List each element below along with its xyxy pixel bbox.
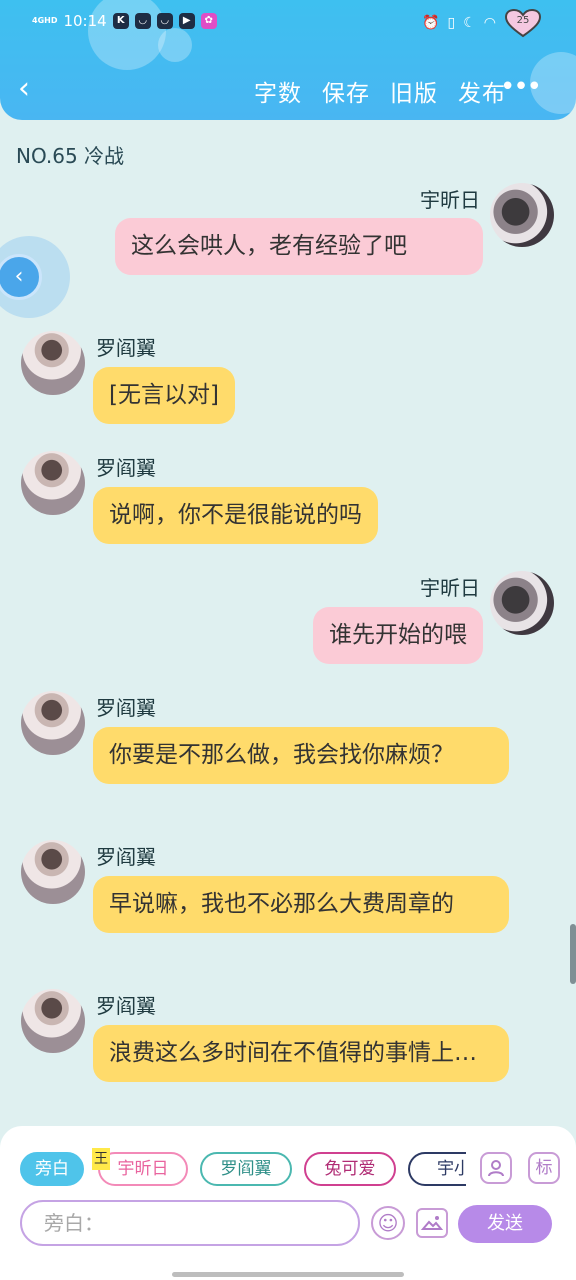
app-chat-icon: ◡ bbox=[156, 13, 173, 29]
avatar[interactable] bbox=[21, 451, 85, 515]
send-button[interactable]: 发送 bbox=[458, 1205, 552, 1243]
avatar[interactable] bbox=[490, 183, 554, 247]
floating-back-button[interactable]: ‹ bbox=[0, 236, 70, 318]
role-chip[interactable]: 宇昕日 bbox=[98, 1152, 188, 1186]
message-sender: 罗阎翼 bbox=[96, 336, 156, 360]
app-k-icon: K bbox=[112, 13, 129, 29]
message-sender: 罗阎翼 bbox=[96, 845, 156, 869]
battery-level: 25 bbox=[516, 15, 530, 26]
scrollbar[interactable] bbox=[570, 924, 576, 984]
old-version-button[interactable]: 旧版 bbox=[390, 74, 438, 108]
episode-title: NO.65 冷战 bbox=[16, 144, 125, 168]
role-chip-narrator[interactable]: 旁白 bbox=[20, 1152, 84, 1186]
alarm-icon: ⏰ bbox=[422, 15, 440, 31]
tag-button[interactable]: 标 bbox=[528, 1152, 560, 1184]
message-sender: 罗阎翼 bbox=[96, 696, 156, 720]
avatar[interactable] bbox=[490, 571, 554, 635]
message-sender: 宇昕日 bbox=[420, 188, 480, 212]
save-button[interactable]: 保存 bbox=[322, 74, 370, 108]
avatar[interactable] bbox=[21, 989, 85, 1053]
message-bubble[interactable]: 浪费这么多时间在不值得的事情上… bbox=[93, 1025, 509, 1082]
message-sender: 罗阎翼 bbox=[96, 456, 156, 480]
clock: 10:14 bbox=[63, 12, 107, 30]
chevron-left-icon: ‹ bbox=[0, 254, 42, 300]
vibrate-icon: ▯ bbox=[447, 15, 456, 31]
home-indicator[interactable] bbox=[172, 1272, 404, 1277]
message-bubble[interactable]: 你要是不那么做，我会找你麻烦？ bbox=[93, 727, 509, 784]
emoji-icon[interactable]: ☺ bbox=[371, 1206, 405, 1240]
word-count-button[interactable]: 字数 bbox=[254, 74, 302, 108]
message-input[interactable] bbox=[22, 1202, 358, 1244]
avatar[interactable] bbox=[21, 840, 85, 904]
role-chip[interactable]: 兔可爱 bbox=[304, 1152, 396, 1186]
message-bubble[interactable]: 这么会哄人，老有经验了吧 bbox=[115, 218, 483, 275]
moon-icon: ☾ bbox=[463, 15, 476, 31]
back-button[interactable]: ‹ bbox=[18, 72, 48, 106]
composer-panel: 旁白 宇昕日 罗阎翼 兔可爱 宇小 标 ☺ 发送 bbox=[0, 1126, 576, 1280]
person-icon[interactable] bbox=[480, 1152, 512, 1184]
nav-actions: 字数 保存 旧版 发布 bbox=[254, 74, 506, 108]
message-sender: 宇昕日 bbox=[420, 576, 480, 600]
app-video-icon: ▶ bbox=[178, 13, 195, 29]
publish-button[interactable]: 发布 bbox=[458, 74, 506, 108]
nav-bar: ‹ 字数 保存 旧版 发布 ••• bbox=[0, 66, 576, 112]
network-label: 4GHD bbox=[32, 16, 58, 25]
top-header: 4GHD 10:14 K ◡ ◡ ▶ ✿ ⏰ ▯ ☾ ◠ 25 ‹ 字数 保存 bbox=[0, 0, 576, 120]
message-bubble[interactable]: 早说嘛，我也不必那么大费周章的 bbox=[93, 876, 509, 933]
message-bubble[interactable]: [无言以对] bbox=[93, 367, 235, 424]
image-icon[interactable] bbox=[416, 1208, 448, 1238]
role-selector: 旁白 宇昕日 罗阎翼 兔可爱 宇小 bbox=[20, 1152, 466, 1186]
app-game-icon: ✿ bbox=[200, 13, 217, 29]
more-button[interactable]: ••• bbox=[500, 72, 542, 102]
wifi-icon: ◠ bbox=[483, 15, 496, 31]
crown-badge: 王 bbox=[92, 1148, 110, 1170]
avatar[interactable] bbox=[21, 331, 85, 395]
status-bar: 4GHD 10:14 K ◡ ◡ ▶ ✿ ⏰ ▯ ☾ ◠ 25 bbox=[0, 6, 576, 38]
message-bubble[interactable]: 说啊，你不是很能说的吗 bbox=[93, 487, 378, 544]
avatar[interactable] bbox=[21, 691, 85, 755]
message-bubble[interactable]: 谁先开始的喂 bbox=[313, 607, 483, 664]
message-input-wrap[interactable] bbox=[20, 1200, 360, 1246]
role-chip[interactable]: 罗阎翼 bbox=[200, 1152, 292, 1186]
message-sender: 罗阎翼 bbox=[96, 994, 156, 1018]
app-chat-icon: ◡ bbox=[134, 13, 151, 29]
battery-heart-icon: 25 bbox=[504, 8, 542, 38]
role-chip[interactable]: 宇小 bbox=[408, 1152, 466, 1186]
